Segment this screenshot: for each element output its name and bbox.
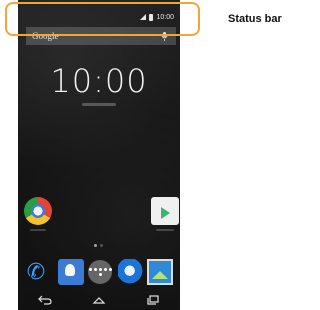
chrome-label	[30, 229, 46, 231]
phone-screen: 10:00 Google 10:00 ✆	[18, 0, 180, 310]
contacts-icon[interactable]	[58, 259, 84, 285]
date-text	[82, 103, 116, 106]
apps-drawer-icon[interactable]	[88, 260, 112, 284]
browser-icon[interactable]	[118, 259, 144, 285]
page-indicator-dot	[94, 244, 97, 247]
back-icon[interactable]	[38, 295, 52, 305]
recents-icon[interactable]	[146, 295, 160, 305]
navigation-bar	[18, 290, 180, 310]
status-bar-callout: Status bar	[228, 13, 282, 25]
home-icon[interactable]	[92, 295, 106, 305]
page-indicator-dot	[100, 244, 103, 247]
clock-widget[interactable]: 10:00	[18, 62, 180, 100]
phone-icon[interactable]: ✆	[23, 259, 49, 285]
gallery-icon[interactable]	[147, 259, 173, 285]
play-store-label	[156, 229, 174, 231]
play-store-icon[interactable]	[151, 197, 179, 225]
chrome-icon[interactable]	[24, 197, 52, 225]
status-bar-highlight	[5, 2, 200, 36]
